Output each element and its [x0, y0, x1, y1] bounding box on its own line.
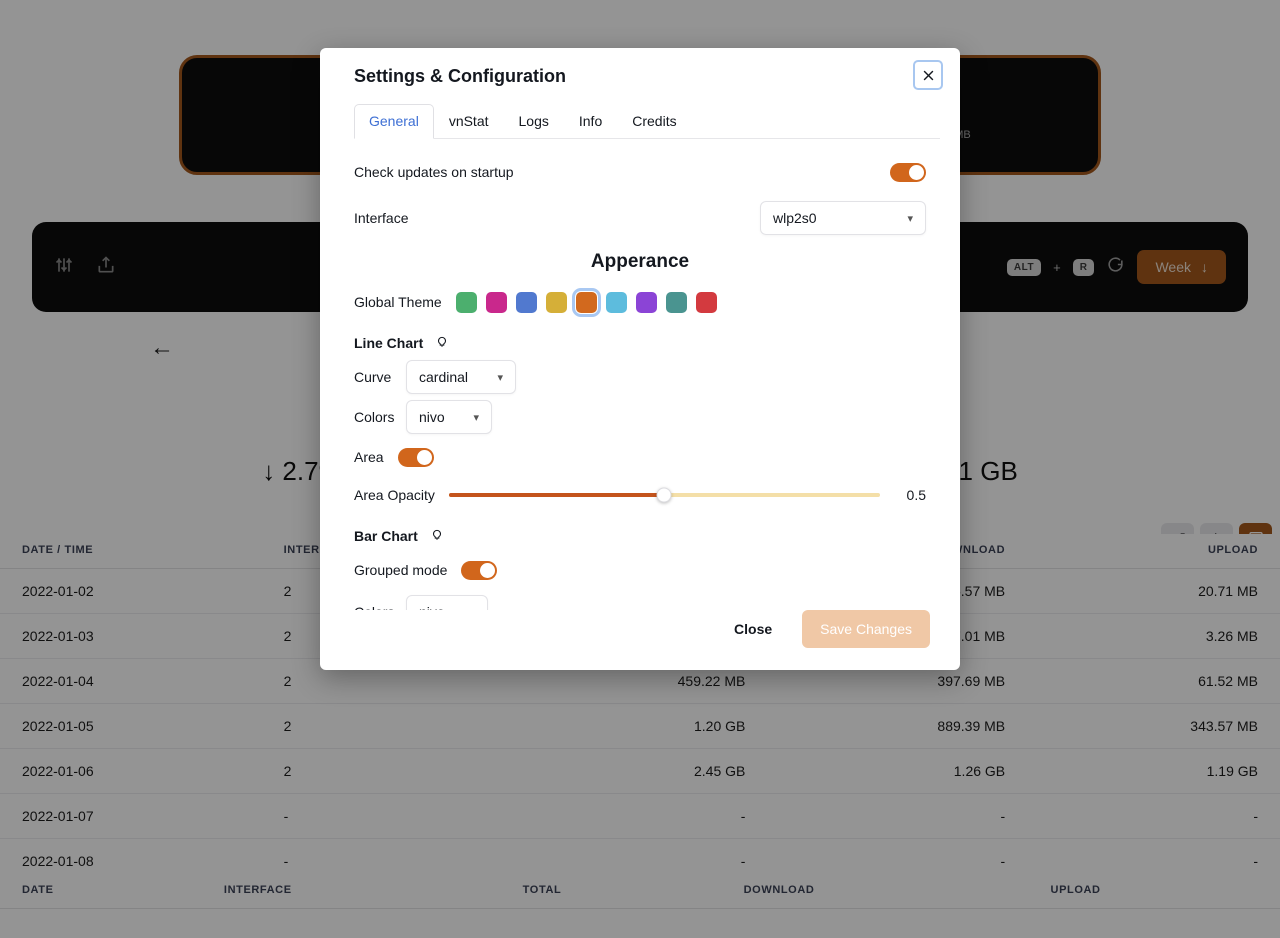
row-area-opacity: Area Opacity 0.5: [354, 478, 926, 512]
row-line-colors: Colors nivo ▾: [354, 400, 926, 434]
tab-vnstat[interactable]: vnStat: [434, 104, 504, 139]
slider-fill: [448, 493, 665, 497]
theme-swatch-red[interactable]: [695, 291, 717, 313]
curve-label: Curve: [354, 369, 392, 385]
line-chart-heading-row: Line Chart: [354, 333, 926, 352]
slider-track: [448, 487, 880, 503]
grouped-mode-label: Grouped mode: [354, 562, 448, 578]
row-interface: Interface wlp2s0 ▾: [354, 201, 926, 235]
row-check-updates: Check updates on startup: [354, 155, 926, 189]
theme-swatch-orange[interactable]: [571, 287, 601, 317]
bar-colors-select[interactable]: nivo ▾: [406, 595, 488, 610]
tab-logs[interactable]: Logs: [504, 104, 564, 139]
line-chart-heading: Line Chart: [354, 334, 424, 351]
appearance-heading: Apperance: [590, 251, 690, 272]
theme-swatch-blue[interactable]: [515, 291, 537, 313]
theme-swatch-purple[interactable]: [635, 291, 657, 313]
check-updates-toggle[interactable]: [890, 162, 926, 182]
lightbulb-icon[interactable]: [430, 526, 444, 545]
tab-info[interactable]: Info: [564, 104, 617, 139]
line-colors-selected-value: nivo: [419, 409, 445, 425]
theme-swatch-group: [455, 287, 717, 317]
area-label: Area: [354, 449, 384, 465]
close-button[interactable]: Close: [718, 611, 788, 647]
row-line-curve: Curve cardinal ▾: [354, 360, 926, 394]
bar-chart-heading: Bar Chart: [354, 527, 418, 544]
modal-title: Settings & Configuration: [354, 66, 566, 86]
lightbulb-icon[interactable]: [435, 333, 449, 352]
theme-swatch-teal[interactable]: [665, 291, 687, 313]
modal-tabs: General vnStat Logs Info Credits: [354, 103, 940, 139]
line-colors-label: Colors: [354, 409, 395, 425]
chevron-down-icon: ▾: [907, 212, 913, 225]
row-area: Area: [354, 440, 926, 474]
curve-select[interactable]: cardinal ▾: [406, 360, 516, 394]
area-toggle[interactable]: [397, 447, 434, 467]
theme-swatch-magenta[interactable]: [485, 291, 507, 313]
row-bar-colors: Colors nivo ▾: [354, 595, 926, 610]
area-opacity-slider[interactable]: [448, 487, 880, 503]
global-theme-label: Global Theme: [354, 294, 442, 310]
slider-thumb[interactable]: [656, 487, 672, 503]
bar-chart-heading-row: Bar Chart: [354, 526, 926, 545]
save-changes-button[interactable]: Save Changes: [802, 610, 930, 648]
line-colors-select[interactable]: nivo ▾: [406, 400, 492, 434]
check-updates-label: Check updates on startup: [354, 164, 514, 180]
theme-swatch-green[interactable]: [455, 291, 477, 313]
interface-select[interactable]: wlp2s0 ▾: [760, 201, 926, 235]
tab-credits[interactable]: Credits: [617, 104, 691, 139]
settings-modal: Settings & Configuration General vnStat …: [320, 48, 960, 670]
interface-label: Interface: [354, 210, 409, 226]
curve-selected-value: cardinal: [419, 369, 469, 385]
chevron-down-icon: ▾: [497, 371, 503, 384]
interface-selected-value: wlp2s0: [773, 210, 817, 226]
grouped-mode-toggle[interactable]: [461, 560, 498, 580]
tab-general[interactable]: General: [354, 104, 434, 139]
area-opacity-value: 0.5: [906, 487, 926, 503]
row-grouped-mode: Grouped mode: [354, 553, 926, 587]
area-opacity-label: Area Opacity: [354, 487, 435, 503]
chevron-down-icon: ▾: [473, 411, 479, 424]
modal-footer: Close Save Changes: [320, 610, 960, 670]
close-icon[interactable]: [913, 60, 943, 90]
theme-swatch-cyan[interactable]: [605, 291, 627, 313]
modal-body: Check updates on startup Interface wlp2s…: [320, 139, 960, 610]
row-global-theme: Global Theme: [354, 285, 926, 319]
theme-swatch-yellow[interactable]: [545, 291, 567, 313]
